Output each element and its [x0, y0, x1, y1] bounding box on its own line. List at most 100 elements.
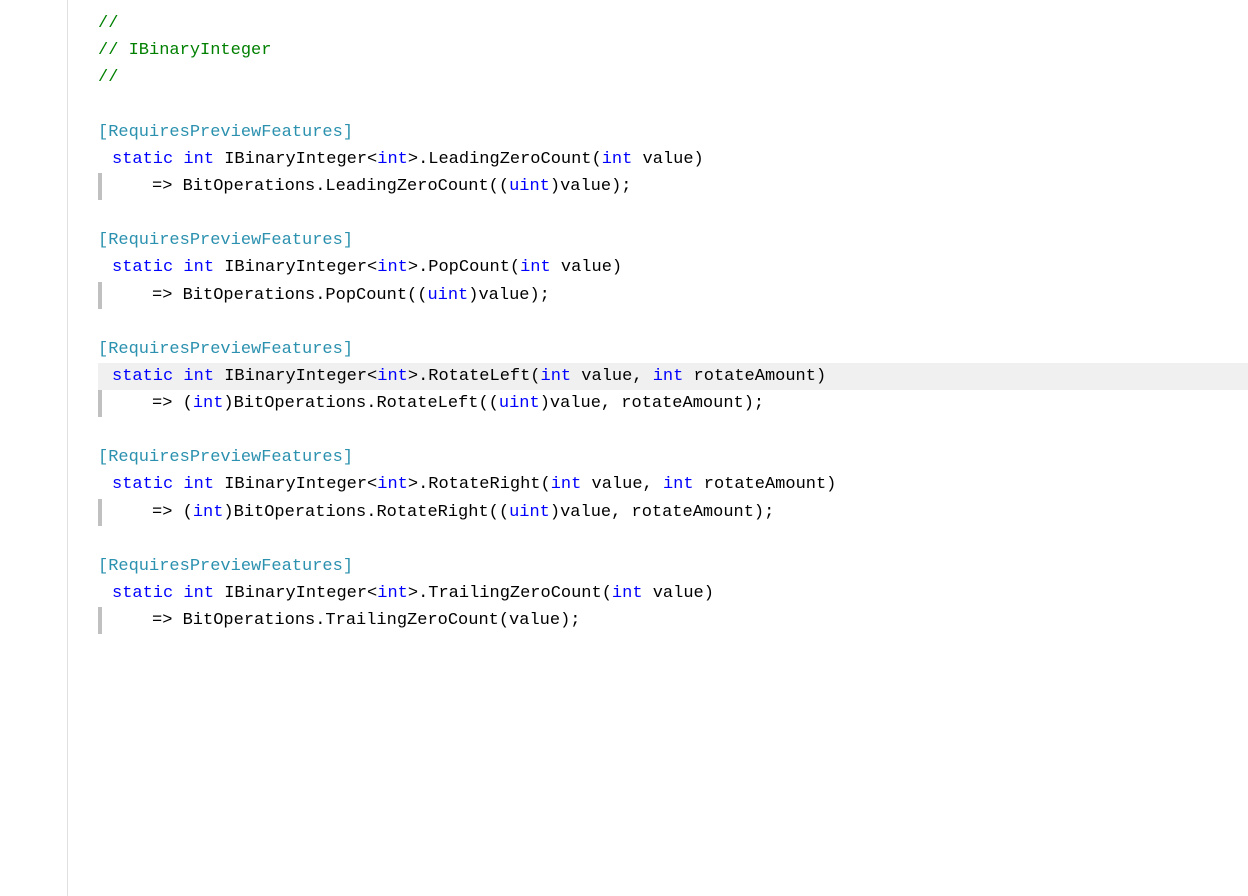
code-segment: >.LeadingZeroCount(	[408, 146, 602, 173]
keyword-text: uint	[499, 390, 540, 417]
code-segment: int	[183, 146, 214, 173]
indent-bar	[98, 173, 102, 200]
code-segment: static	[112, 580, 173, 607]
code-segment: int	[183, 471, 214, 498]
empty-line	[98, 417, 1248, 444]
keyword-text: uint	[509, 173, 550, 200]
code-segment: int	[183, 363, 214, 390]
empty-line	[98, 200, 1248, 227]
attribute-text: [RequiresPreviewFeatures]	[98, 227, 353, 254]
attribute-text: [RequiresPreviewFeatures]	[98, 336, 353, 363]
code-segment: >.TrailingZeroCount(	[408, 580, 612, 607]
code-line: => (int)BitOperations.RotateLeft((uint)v…	[98, 390, 1248, 417]
code-text: )value);	[468, 282, 550, 309]
code-text: )BitOperations.RotateRight((	[223, 499, 509, 526]
code-line: static int IBinaryInteger<int>.RotateRig…	[98, 471, 1248, 498]
editor-gutter	[0, 0, 68, 896]
code-segment: static	[112, 146, 173, 173]
code-segment	[173, 146, 183, 173]
code-line: static int IBinaryInteger<int>.PopCount(…	[98, 254, 1248, 281]
code-segment: value)	[643, 580, 714, 607]
code-text: )value, rotateAmount);	[540, 390, 764, 417]
code-segment: int	[183, 580, 214, 607]
code-line: // IBinaryInteger	[98, 37, 1248, 64]
code-line: [RequiresPreviewFeatures]	[98, 336, 1248, 363]
code-text: => BitOperations.PopCount((	[152, 282, 427, 309]
code-segment: int	[377, 471, 408, 498]
code-segment: value)	[551, 254, 622, 281]
code-segment	[173, 580, 183, 607]
code-segment: value,	[571, 363, 653, 390]
code-line: static int IBinaryInteger<int>.RotateLef…	[98, 363, 1248, 390]
empty-line	[98, 526, 1248, 553]
indent-bar	[98, 499, 102, 526]
code-segment: >.PopCount(	[408, 254, 520, 281]
comment-text: //	[98, 10, 118, 37]
code-line: //	[98, 64, 1248, 91]
code-line: //	[98, 10, 1248, 37]
code-segment: rotateAmount)	[694, 471, 837, 498]
code-segment: value,	[581, 471, 663, 498]
code-text: => BitOperations.LeadingZeroCount((	[152, 173, 509, 200]
code-segment: int	[183, 254, 214, 281]
code-segment: int	[377, 146, 408, 173]
keyword-text: uint	[427, 282, 468, 309]
code-segment: IBinaryInteger<	[214, 146, 377, 173]
code-text: => (	[152, 499, 193, 526]
code-editor: //// IBinaryInteger// [RequiresPreviewFea…	[0, 0, 1248, 896]
code-segment: IBinaryInteger<	[214, 363, 377, 390]
code-text: => BitOperations.TrailingZeroCount(value…	[152, 607, 580, 634]
code-text: => (	[152, 390, 193, 417]
code-line: [RequiresPreviewFeatures]	[98, 227, 1248, 254]
indent-bar	[98, 282, 102, 309]
indent-bar	[98, 607, 102, 634]
code-segment: int	[541, 363, 572, 390]
attribute-text: [RequiresPreviewFeatures]	[98, 119, 353, 146]
code-line: [RequiresPreviewFeatures]	[98, 444, 1248, 471]
code-segment: IBinaryInteger<	[214, 471, 377, 498]
indent-bar	[98, 390, 102, 417]
keyword-text: int	[193, 499, 224, 526]
code-segment: int	[377, 580, 408, 607]
code-segment: static	[112, 363, 173, 390]
code-area[interactable]: //// IBinaryInteger// [RequiresPreviewFea…	[68, 0, 1248, 896]
code-line: static int IBinaryInteger<int>.TrailingZ…	[98, 580, 1248, 607]
code-line: => BitOperations.LeadingZeroCount((uint)…	[98, 173, 1248, 200]
keyword-text: int	[193, 390, 224, 417]
empty-line	[98, 92, 1248, 119]
code-segment: int	[612, 580, 643, 607]
code-segment: int	[663, 471, 694, 498]
code-line: [RequiresPreviewFeatures]	[98, 553, 1248, 580]
code-text: )BitOperations.RotateLeft((	[223, 390, 498, 417]
code-segment: int	[377, 254, 408, 281]
code-line: => BitOperations.PopCount((uint)value);	[98, 282, 1248, 309]
code-segment: int	[653, 363, 684, 390]
code-segment: int	[551, 471, 582, 498]
code-segment: static	[112, 254, 173, 281]
code-segment: value)	[632, 146, 703, 173]
code-segment: >.RotateRight(	[408, 471, 551, 498]
code-segment: rotateAmount)	[683, 363, 826, 390]
comment-text: //	[98, 64, 118, 91]
code-line: static int IBinaryInteger<int>.LeadingZe…	[98, 146, 1248, 173]
code-line: => (int)BitOperations.RotateRight((uint)…	[98, 499, 1248, 526]
empty-line	[98, 309, 1248, 336]
code-segment: int	[520, 254, 551, 281]
code-text: )value);	[550, 173, 632, 200]
code-segment: static	[112, 471, 173, 498]
code-segment: IBinaryInteger<	[214, 580, 377, 607]
code-segment: >.RotateLeft(	[408, 363, 541, 390]
code-segment: IBinaryInteger<	[214, 254, 377, 281]
attribute-text: [RequiresPreviewFeatures]	[98, 444, 353, 471]
comment-text: // IBinaryInteger	[98, 37, 271, 64]
code-segment	[173, 471, 183, 498]
code-line: => BitOperations.TrailingZeroCount(value…	[98, 607, 1248, 634]
code-segment	[173, 363, 183, 390]
code-line: [RequiresPreviewFeatures]	[98, 119, 1248, 146]
code-text: )value, rotateAmount);	[550, 499, 774, 526]
attribute-text: [RequiresPreviewFeatures]	[98, 553, 353, 580]
code-segment	[173, 254, 183, 281]
keyword-text: uint	[509, 499, 550, 526]
code-segment: int	[377, 363, 408, 390]
code-segment: int	[602, 146, 633, 173]
